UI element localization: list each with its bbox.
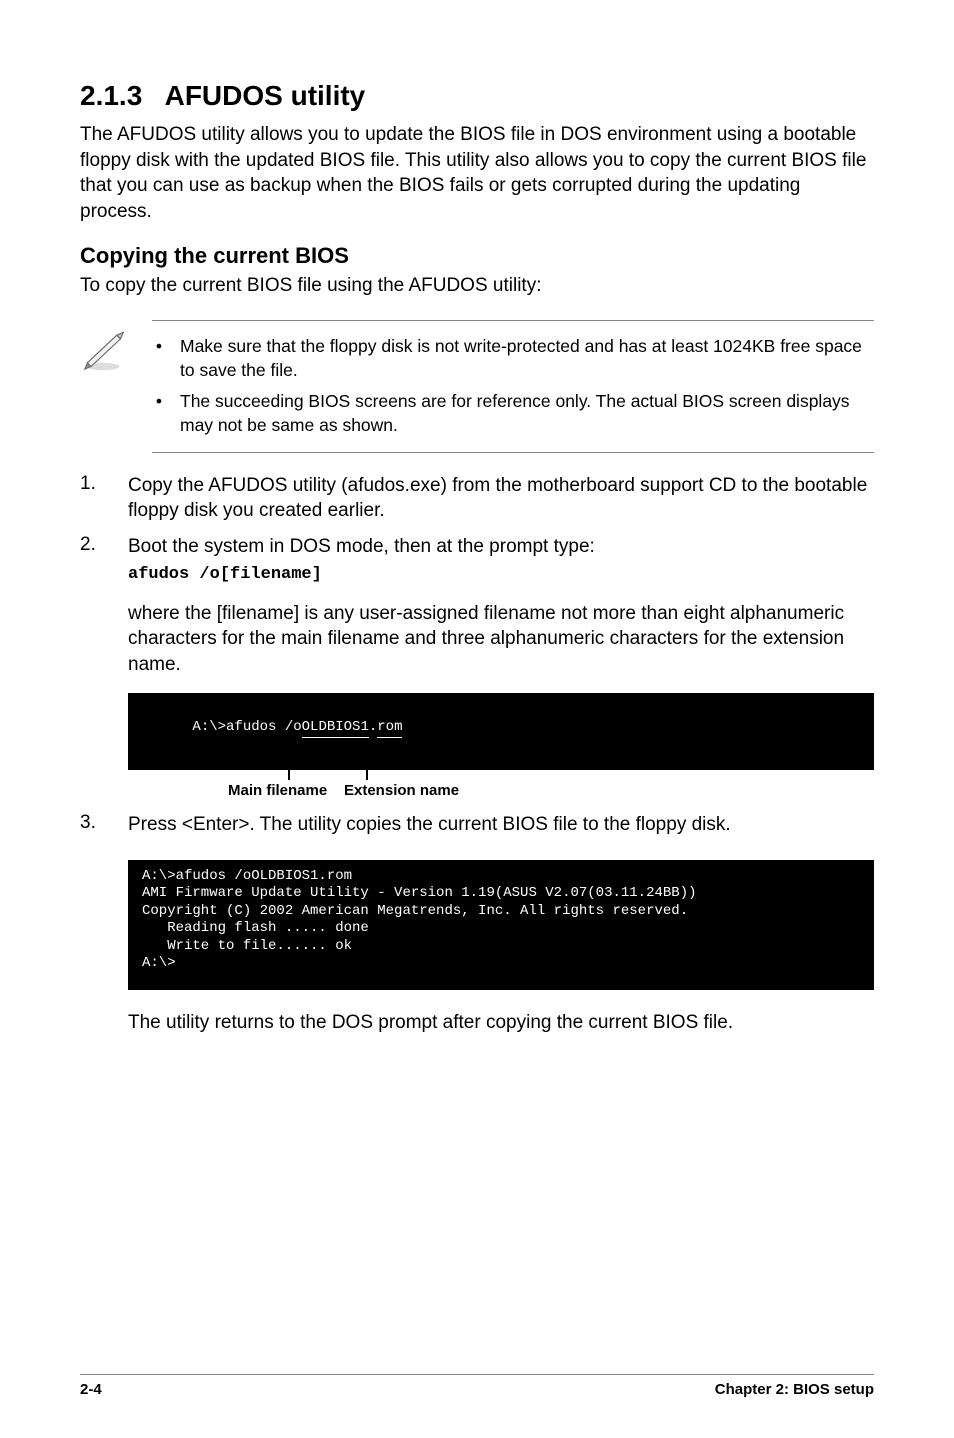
page-footer: 2-4 Chapter 2: BIOS setup <box>80 1374 874 1398</box>
note-icon <box>80 320 130 377</box>
subheading-intro: To copy the current BIOS file using the … <box>80 273 874 299</box>
chapter-label: Chapter 2: BIOS setup <box>715 1381 874 1398</box>
terminal-output: A:\>afudos /oOLDBIOS1.rom <box>128 693 874 770</box>
note-text: Make sure that the floppy disk is not wr… <box>180 335 868 382</box>
intro-paragraph: The AFUDOS utility allows you to update … <box>80 122 874 225</box>
section-heading: 2.1.3 AFUDOS utility <box>80 80 874 112</box>
step-number: 2. <box>80 534 106 587</box>
annotation-extension-name: Extension name <box>344 782 459 799</box>
command-text: afudos /o[filename] <box>128 564 874 587</box>
step-item: 1. Copy the AFUDOS utility (afudos.exe) … <box>80 473 874 524</box>
page-number: 2-4 <box>80 1381 102 1398</box>
annotation-main-filename: Main filename <box>228 782 327 799</box>
step-text: Copy the AFUDOS utility (afudos.exe) fro… <box>128 473 874 524</box>
step-text: Boot the system in DOS mode, then at the… <box>128 534 874 560</box>
terminal-prefix: A:\>afudos /o <box>192 719 301 735</box>
terminal-line: Write to file...... ok <box>142 938 860 956</box>
section-title: AFUDOS utility <box>165 80 366 111</box>
terminal-annotation: Main filename Extension name <box>128 770 874 806</box>
step-item: 2. Boot the system in DOS mode, then at … <box>80 534 874 587</box>
note-box: • Make sure that the floppy disk is not … <box>152 320 874 453</box>
note-item: • Make sure that the floppy disk is not … <box>152 331 868 386</box>
closing-paragraph: The utility returns to the DOS prompt af… <box>128 1010 874 1036</box>
step-number: 1. <box>80 473 106 524</box>
step-item: 3. Press <Enter>. The utility copies the… <box>80 812 874 838</box>
note-item: • The succeeding BIOS screens are for re… <box>152 386 868 441</box>
step-number: 3. <box>80 812 106 838</box>
terminal-line: Copyright (C) 2002 American Megatrends, … <box>142 903 860 921</box>
terminal-dot: . <box>369 719 377 735</box>
terminal-output: A:\>afudos /oOLDBIOS1.rom AMI Firmware U… <box>128 860 874 990</box>
subheading: Copying the current BIOS <box>80 243 874 269</box>
terminal-line: A:\> <box>142 955 860 973</box>
terminal-line: Reading flash ..... done <box>142 920 860 938</box>
bullet-icon: • <box>152 390 166 437</box>
section-number: 2.1.3 <box>80 80 142 111</box>
note-text: The succeeding BIOS screens are for refe… <box>180 390 868 437</box>
terminal-main-filename: OLDBIOS1 <box>302 719 369 739</box>
step-text: Press <Enter>. The utility copies the cu… <box>128 812 874 838</box>
step-description: where the [filename] is any user-assigne… <box>128 601 874 678</box>
terminal-ext: rom <box>377 719 402 739</box>
bullet-icon: • <box>152 335 166 382</box>
terminal-line: A:\>afudos /oOLDBIOS1.rom <box>142 868 860 886</box>
terminal-line: AMI Firmware Update Utility - Version 1.… <box>142 885 860 903</box>
